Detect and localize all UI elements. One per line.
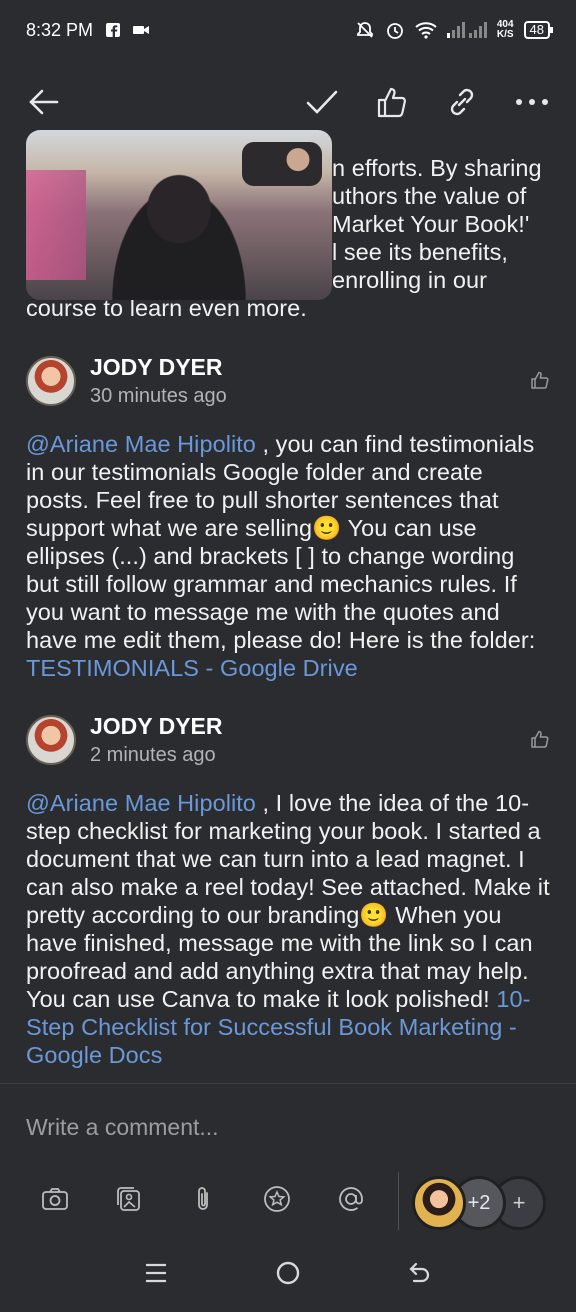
avatar[interactable] [26, 715, 76, 765]
composer-toolbar [40, 1184, 366, 1214]
comment-composer: +2 + [0, 1083, 576, 1233]
comment-header: JODY DYER 2 minutes ago [0, 713, 576, 783]
thumbs-up-icon [377, 87, 406, 118]
avatar[interactable] [26, 356, 76, 406]
video-background [26, 170, 86, 280]
return-icon [409, 1262, 430, 1282]
network-speed: 404 K/S [496, 19, 514, 40]
battery-indicator: 48 [523, 21, 554, 39]
mute-icon [356, 22, 373, 38]
comment-body: @Ariane Mae Hipolito , you can find test… [26, 431, 536, 681]
avatar[interactable] [412, 1176, 466, 1230]
home-circle-icon [276, 1261, 300, 1284]
comment-time: 30 minutes ago [90, 385, 227, 407]
back-arrow-icon [29, 89, 59, 115]
mention-link[interactable]: @Ariane Mae Hipolito [26, 431, 256, 457]
comment-time: 2 minutes ago [90, 744, 216, 766]
wifi-icon [415, 22, 437, 39]
at-sign-icon [339, 1187, 363, 1211]
system-nav-bar [0, 1233, 576, 1312]
signal-icon [446, 22, 487, 38]
alarm-icon [386, 23, 403, 39]
system-back-button[interactable] [400, 1253, 440, 1293]
gallery-icon [117, 1187, 140, 1211]
check-icon [306, 90, 338, 114]
video-call-overlay[interactable] [26, 130, 332, 300]
comment-item: JODY DYER 2 minutes ago @Ariane Mae Hipo… [0, 713, 576, 1069]
like-button[interactable] [370, 80, 414, 124]
menu-icon [146, 1263, 166, 1282]
comment-header: JODY DYER 30 minutes ago [0, 354, 576, 424]
attach-button[interactable] [188, 1184, 218, 1214]
comment-body: @Ariane Mae Hipolito , I love the idea o… [26, 790, 550, 1068]
camera-button[interactable] [40, 1184, 70, 1214]
gallery-button[interactable] [114, 1184, 144, 1214]
more-icon [516, 99, 548, 105]
link-icon [450, 88, 474, 116]
comment-item: JODY DYER 30 minutes ago @Ariane Mae Hip… [0, 354, 576, 682]
star-icon [264, 1186, 290, 1212]
video-participant [94, 158, 264, 300]
comment-author[interactable]: JODY DYER [90, 354, 223, 381]
comment-author[interactable]: JODY DYER [90, 713, 223, 740]
status-bar: 8:32 PM 404 K/S 48 [0, 0, 576, 60]
divider [398, 1172, 399, 1230]
self-view-pip[interactable] [242, 142, 322, 186]
mention-link[interactable]: @Ariane Mae Hipolito [26, 790, 256, 816]
camera-icon [42, 1188, 68, 1210]
paperclip-icon [198, 1187, 208, 1210]
complete-button[interactable] [300, 80, 344, 124]
more-options-button[interactable] [510, 80, 554, 124]
comment-input[interactable] [26, 1114, 546, 1141]
testimonials-link[interactable]: TESTIMONIALS - Google Drive [26, 655, 358, 681]
status-time: 8:32 PM [26, 19, 94, 40]
toolbar [0, 70, 576, 134]
back-button[interactable] [22, 80, 66, 124]
home-button[interactable] [268, 1253, 308, 1293]
recents-button[interactable] [136, 1253, 176, 1293]
participants[interactable]: +2 + [412, 1176, 546, 1230]
mention-button[interactable] [336, 1184, 366, 1214]
comment-like-icon[interactable] [530, 370, 550, 390]
facebook-icon [106, 23, 121, 37]
star-button[interactable] [262, 1184, 292, 1214]
comment-like-icon[interactable] [530, 729, 550, 749]
video-icon [133, 26, 150, 34]
copy-link-button[interactable] [440, 80, 484, 124]
